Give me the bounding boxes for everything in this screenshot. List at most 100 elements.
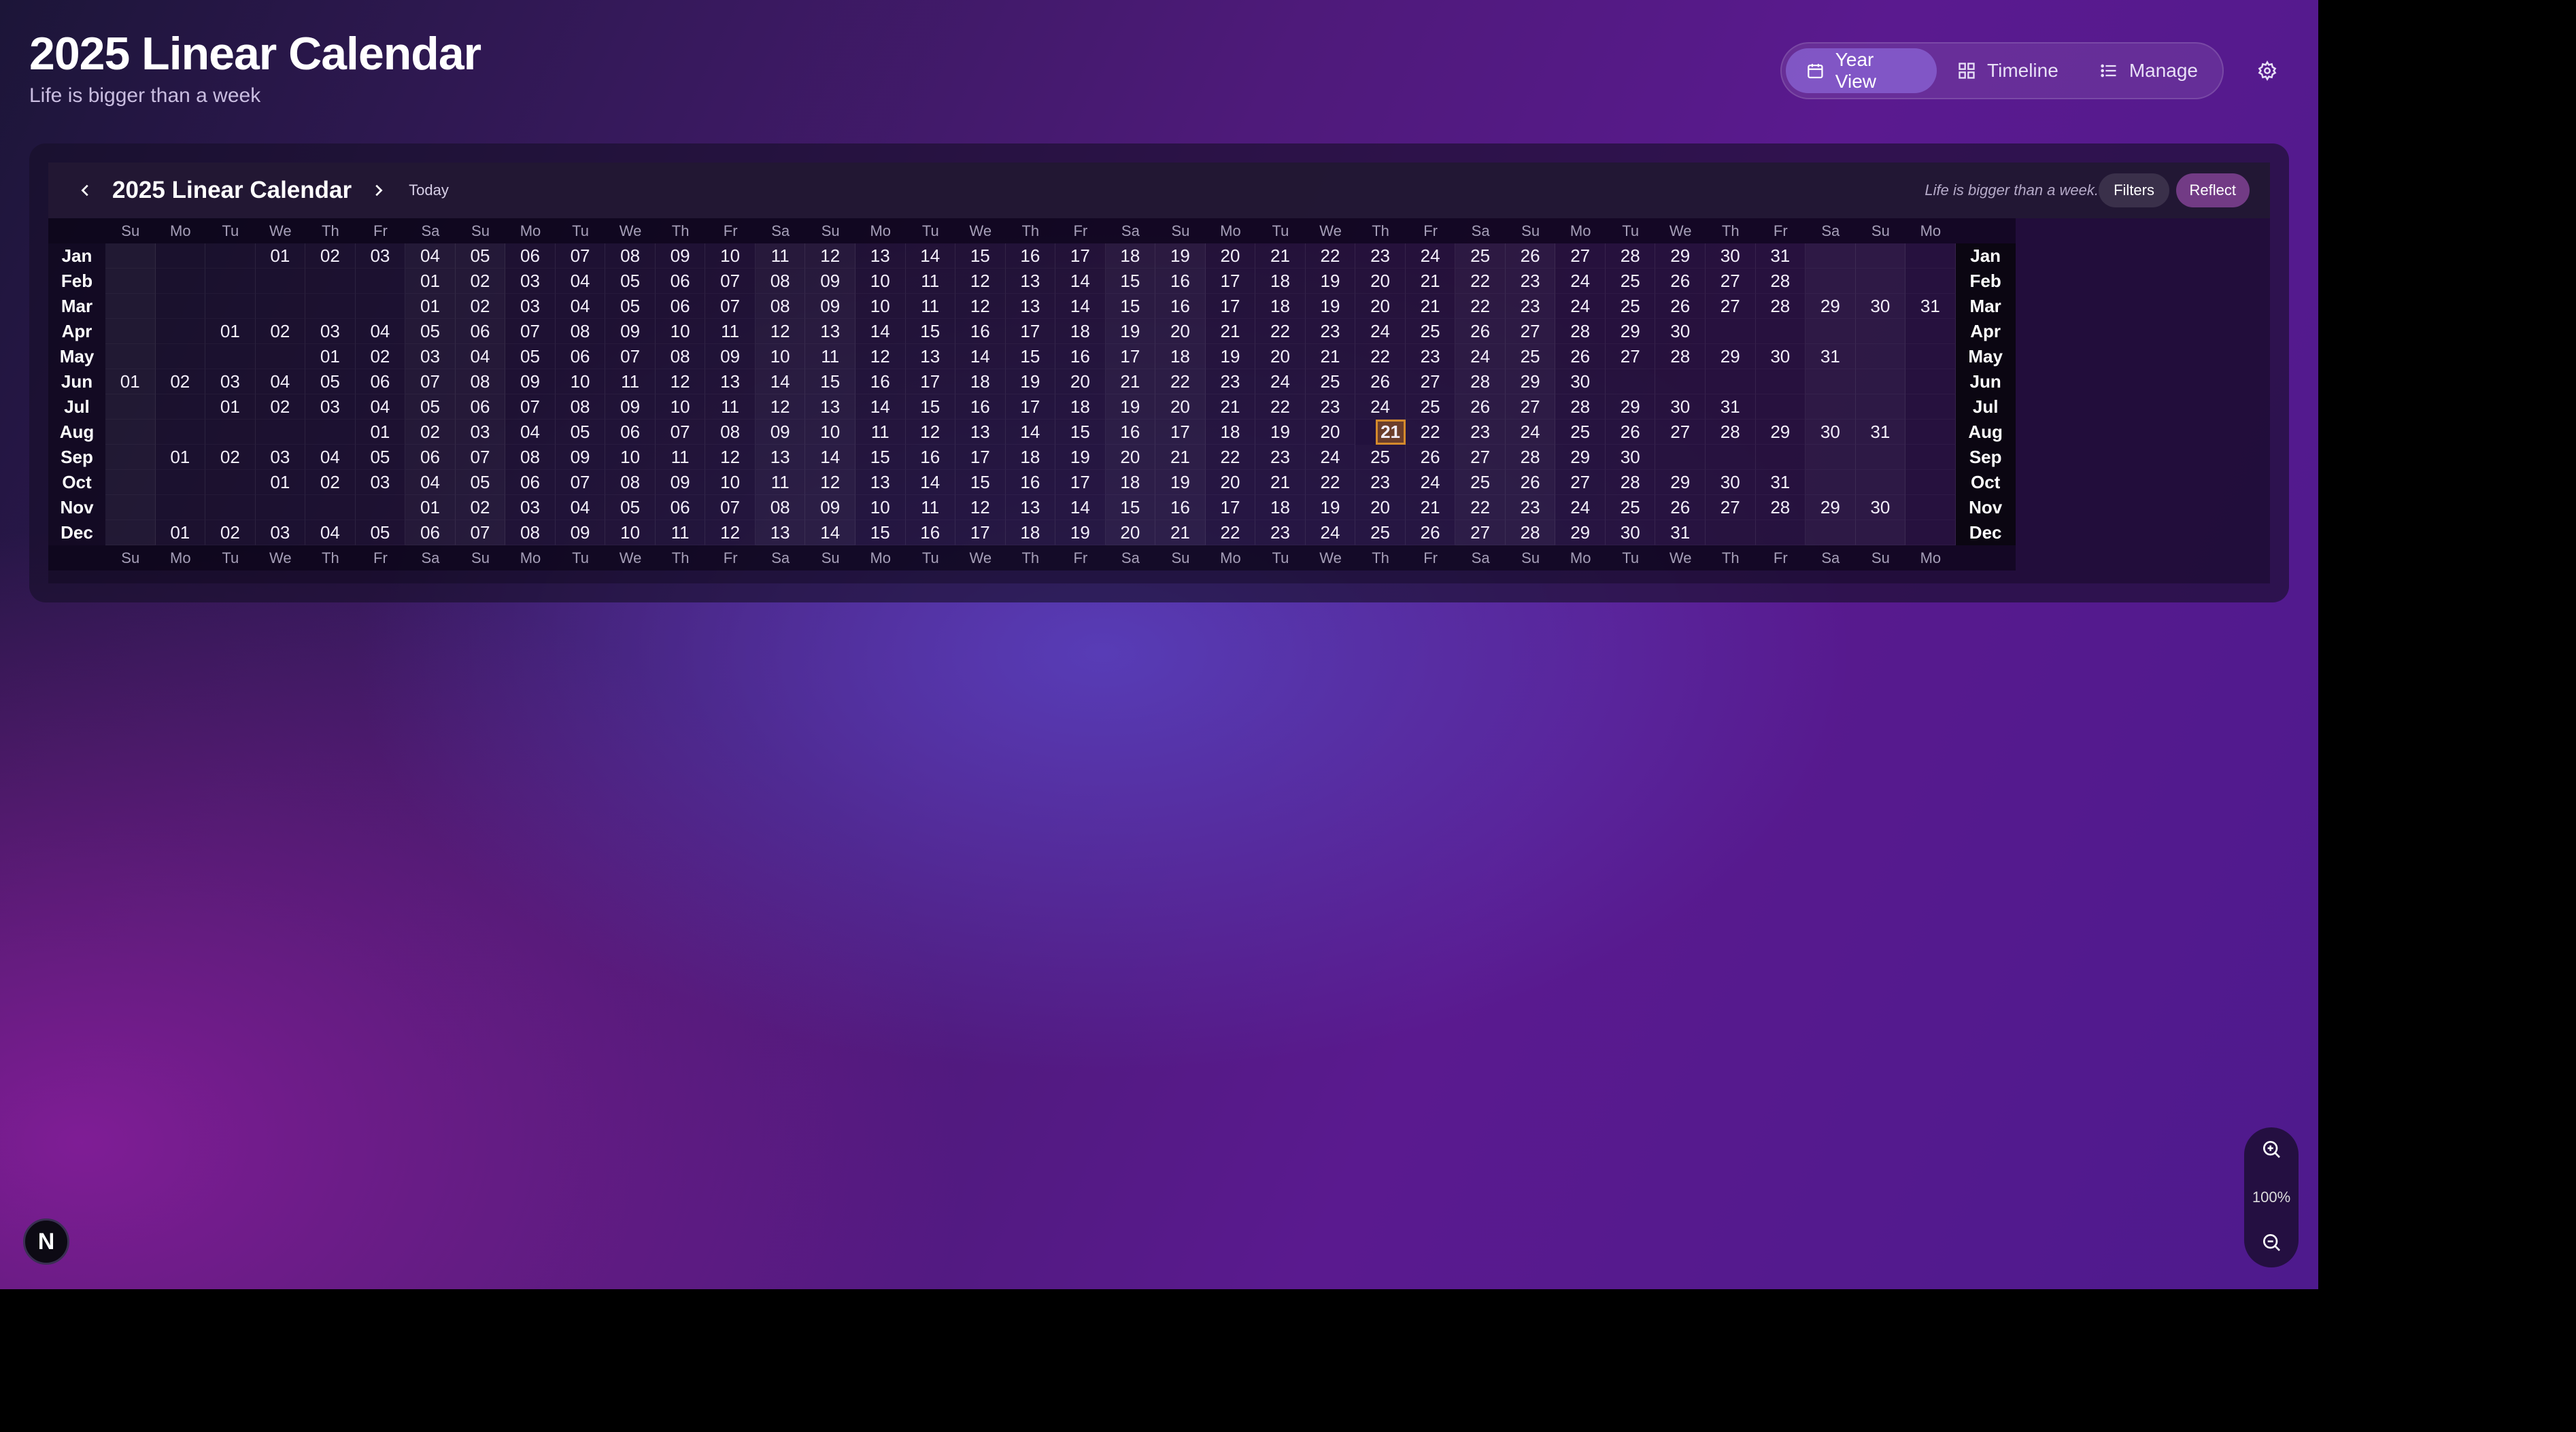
day-cell[interactable]: 07	[455, 520, 506, 545]
day-cell[interactable]: 28	[1455, 369, 1506, 394]
day-cell[interactable]: 02	[256, 394, 306, 420]
day-cell[interactable]: 04	[305, 520, 356, 545]
day-cell[interactable]: 15	[955, 243, 1006, 269]
day-cell[interactable]: 08	[556, 394, 606, 420]
day-cell[interactable]: 21	[1406, 269, 1456, 294]
day-cell[interactable]: 17	[1006, 394, 1056, 420]
day-cell[interactable]: 16	[955, 319, 1006, 344]
day-cell[interactable]: 08	[755, 495, 806, 520]
day-cell[interactable]: 30	[1606, 445, 1656, 470]
day-cell[interactable]: 12	[955, 495, 1006, 520]
day-cell[interactable]: 14	[906, 470, 956, 495]
day-cell[interactable]: 05	[605, 269, 656, 294]
day-cell[interactable]: 24	[1555, 269, 1606, 294]
day-cell[interactable]: 12	[955, 294, 1006, 319]
day-cell[interactable]: 01	[156, 520, 206, 545]
day-cell[interactable]: 01	[256, 470, 306, 495]
day-cell[interactable]: 14	[1055, 294, 1106, 319]
day-cell[interactable]: 16	[1155, 269, 1206, 294]
day-cell[interactable]: 28	[1655, 344, 1706, 369]
day-cell[interactable]: 04	[556, 495, 606, 520]
day-cell[interactable]: 10	[805, 420, 855, 445]
day-cell[interactable]: 25	[1505, 344, 1556, 369]
day-cell[interactable]: 03	[205, 369, 256, 394]
day-cell[interactable]: 05	[455, 243, 506, 269]
day-cell[interactable]: 23	[1206, 369, 1256, 394]
day-cell[interactable]: 04	[405, 243, 456, 269]
next-year-button[interactable]	[368, 180, 388, 201]
day-cell[interactable]: 25	[1555, 420, 1606, 445]
day-cell[interactable]: 22	[1255, 319, 1306, 344]
day-cell[interactable]: 17	[1055, 470, 1106, 495]
day-cell[interactable]: 30	[1855, 294, 1906, 319]
day-cell[interactable]: 15	[855, 520, 906, 545]
day-cell[interactable]: 26	[1655, 269, 1706, 294]
day-cell[interactable]: 09	[705, 344, 756, 369]
day-cell[interactable]: 13	[855, 470, 906, 495]
day-cell[interactable]: 03	[505, 269, 556, 294]
day-cell[interactable]: 23	[1306, 394, 1356, 420]
day-cell[interactable]: 25	[1455, 243, 1506, 269]
day-cell[interactable]: 13	[805, 394, 855, 420]
day-cell[interactable]: 08	[656, 344, 706, 369]
day-cell[interactable]: 13	[805, 319, 855, 344]
day-cell[interactable]: 01	[356, 420, 406, 445]
day-cell[interactable]: 20	[1206, 470, 1256, 495]
day-cell[interactable]: 15	[906, 394, 956, 420]
day-cell[interactable]: 10	[605, 520, 656, 545]
day-cell[interactable]: 16	[906, 520, 956, 545]
day-cell[interactable]: 18	[1055, 319, 1106, 344]
day-cell[interactable]: 23	[1505, 294, 1556, 319]
day-cell[interactable]: 31	[1855, 420, 1906, 445]
day-cell[interactable]: 17	[1206, 294, 1256, 319]
day-cell[interactable]: 30	[1806, 420, 1856, 445]
day-cell[interactable]: 31	[1905, 294, 1956, 319]
day-cell[interactable]: 07	[556, 243, 606, 269]
day-cell[interactable]: 22	[1455, 294, 1506, 319]
day-cell[interactable]: 21	[1155, 445, 1206, 470]
day-cell[interactable]: 25	[1606, 294, 1656, 319]
day-cell[interactable]: 13	[906, 344, 956, 369]
day-cell[interactable]: 08	[755, 269, 806, 294]
day-cell[interactable]: 09	[656, 470, 706, 495]
day-cell[interactable]: 06	[505, 243, 556, 269]
day-cell[interactable]: 02	[455, 294, 506, 319]
day-cell[interactable]: 09	[805, 495, 855, 520]
day-cell[interactable]: 03	[356, 470, 406, 495]
day-cell[interactable]: 27	[1606, 344, 1656, 369]
day-cell[interactable]: 29	[1505, 369, 1556, 394]
day-cell[interactable]: 06	[605, 420, 656, 445]
day-cell[interactable]: 06	[405, 520, 456, 545]
day-cell[interactable]: 05	[305, 369, 356, 394]
day-cell[interactable]: 26	[1606, 420, 1656, 445]
year-view-button[interactable]: Year View	[1786, 48, 1937, 93]
day-cell[interactable]: 28	[1555, 319, 1606, 344]
day-cell[interactable]: 05	[405, 394, 456, 420]
day-cell[interactable]: 20	[1206, 243, 1256, 269]
day-cell[interactable]: 02	[305, 243, 356, 269]
day-cell[interactable]: 11	[805, 344, 855, 369]
day-cell[interactable]: 12	[855, 344, 906, 369]
day-cell[interactable]: 06	[556, 344, 606, 369]
day-cell[interactable]: 04	[356, 319, 406, 344]
day-cell[interactable]: 14	[1055, 495, 1106, 520]
day-cell[interactable]: 20	[1155, 319, 1206, 344]
day-cell[interactable]: 24	[1406, 243, 1456, 269]
day-cell[interactable]: 10	[656, 319, 706, 344]
day-cell[interactable]: 27	[1455, 445, 1506, 470]
day-cell[interactable]: 02	[405, 420, 456, 445]
day-cell[interactable]: 23	[1255, 520, 1306, 545]
day-cell[interactable]: 13	[955, 420, 1006, 445]
day-cell[interactable]: 03	[305, 394, 356, 420]
day-cell[interactable]: 15	[1105, 294, 1156, 319]
day-cell[interactable]: 06	[505, 470, 556, 495]
day-cell[interactable]: 15	[1006, 344, 1056, 369]
day-cell[interactable]: 19	[1105, 319, 1156, 344]
day-cell[interactable]: 30	[1706, 243, 1756, 269]
day-cell[interactable]: 24	[1505, 420, 1556, 445]
day-cell[interactable]: 17	[906, 369, 956, 394]
day-cell[interactable]: 06	[656, 294, 706, 319]
day-cell[interactable]: 19	[1306, 495, 1356, 520]
settings-button[interactable]	[2252, 56, 2282, 86]
day-cell[interactable]: 01	[405, 269, 456, 294]
